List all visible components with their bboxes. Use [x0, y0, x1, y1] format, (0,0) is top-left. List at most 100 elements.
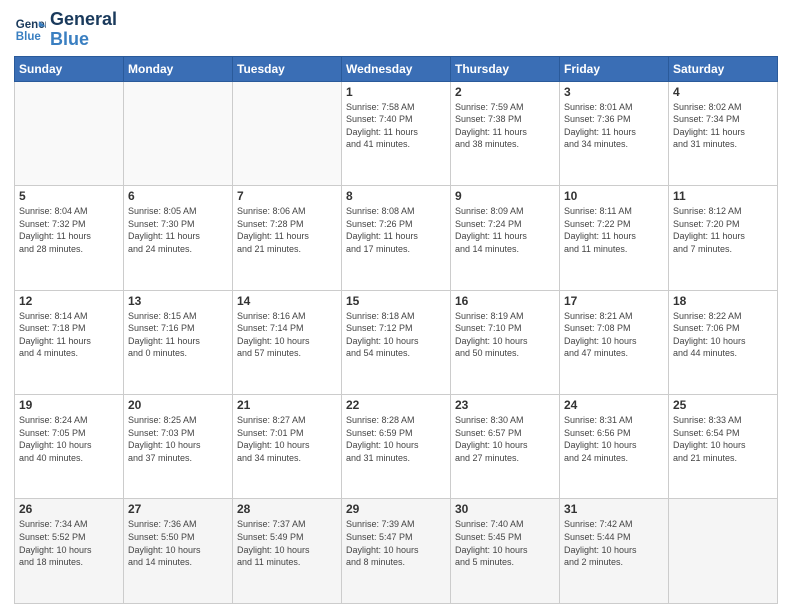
day-info: Sunrise: 8:28 AM Sunset: 6:59 PM Dayligh…: [346, 414, 446, 464]
calendar-cell: 28 Sunrise: 7:37 AM Sunset: 5:49 PM Dayli…: [233, 499, 342, 604]
calendar-cell: 14 Sunrise: 8:16 AM Sunset: 7:14 PM Dayli…: [233, 290, 342, 394]
day-number: 15: [346, 294, 446, 308]
calendar-cell: 19 Sunrise: 8:24 AM Sunset: 7:05 PM Dayli…: [15, 395, 124, 499]
day-info: Sunrise: 7:36 AM Sunset: 5:50 PM Dayligh…: [128, 518, 228, 568]
calendar-week-1: 5Sunrise: 8:04 AM Sunset: 7:32 PM Daylig…: [15, 186, 778, 290]
day-info: Sunrise: 7:37 AM Sunset: 5:49 PM Dayligh…: [237, 518, 337, 568]
day-number: 20: [128, 398, 228, 412]
day-info: Sunrise: 8:02 AM Sunset: 7:34 PM Dayligh…: [673, 101, 773, 151]
header: General Blue General Blue: [14, 10, 778, 50]
day-number: 10: [564, 189, 664, 203]
day-number: 16: [455, 294, 555, 308]
day-info: Sunrise: 8:33 AM Sunset: 6:54 PM Dayligh…: [673, 414, 773, 464]
day-number: 30: [455, 502, 555, 516]
day-number: 21: [237, 398, 337, 412]
calendar-cell: [669, 499, 778, 604]
calendar-cell: 21 Sunrise: 8:27 AM Sunset: 7:01 PM Dayli…: [233, 395, 342, 499]
day-info: Sunrise: 8:25 AM Sunset: 7:03 PM Dayligh…: [128, 414, 228, 464]
day-number: 3: [564, 85, 664, 99]
calendar-cell: 25 Sunrise: 8:33 AM Sunset: 6:54 PM Dayli…: [669, 395, 778, 499]
day-info: Sunrise: 8:12 AM Sunset: 7:20 PM Dayligh…: [673, 205, 773, 255]
day-info: Sunrise: 8:08 AM Sunset: 7:26 PM Dayligh…: [346, 205, 446, 255]
header-day-friday: Friday: [560, 56, 669, 81]
day-number: 29: [346, 502, 446, 516]
calendar-cell: [15, 81, 124, 185]
header-day-tuesday: Tuesday: [233, 56, 342, 81]
header-day-saturday: Saturday: [669, 56, 778, 81]
day-info: Sunrise: 7:34 AM Sunset: 5:52 PM Dayligh…: [19, 518, 119, 568]
calendar-cell: 13 Sunrise: 8:15 AM Sunset: 7:16 PM Dayli…: [124, 290, 233, 394]
calendar-cell: 15 Sunrise: 8:18 AM Sunset: 7:12 PM Dayli…: [342, 290, 451, 394]
calendar-week-4: 26 Sunrise: 7:34 AM Sunset: 5:52 PM Dayli…: [15, 499, 778, 604]
calendar-cell: 5Sunrise: 8:04 AM Sunset: 7:32 PM Daylig…: [15, 186, 124, 290]
calendar-cell: 18Sunrise: 8:22 AM Sunset: 7:06 PM Dayli…: [669, 290, 778, 394]
day-number: 26: [19, 502, 119, 516]
calendar-cell: 26 Sunrise: 7:34 AM Sunset: 5:52 PM Dayli…: [15, 499, 124, 604]
calendar-cell: 30Sunrise: 7:40 AM Sunset: 5:45 PM Dayli…: [451, 499, 560, 604]
svg-text:Blue: Blue: [16, 31, 42, 43]
day-number: 28: [237, 502, 337, 516]
logo-icon: General Blue: [14, 14, 46, 46]
day-number: 31: [564, 502, 664, 516]
header-day-thursday: Thursday: [451, 56, 560, 81]
day-info: Sunrise: 8:06 AM Sunset: 7:28 PM Dayligh…: [237, 205, 337, 255]
header-day-wednesday: Wednesday: [342, 56, 451, 81]
calendar-cell: 31 Sunrise: 7:42 AM Sunset: 5:44 PM Dayli…: [560, 499, 669, 604]
day-info: Sunrise: 8:16 AM Sunset: 7:14 PM Dayligh…: [237, 310, 337, 360]
calendar-cell: [124, 81, 233, 185]
day-info: Sunrise: 8:18 AM Sunset: 7:12 PM Dayligh…: [346, 310, 446, 360]
day-info: Sunrise: 8:21 AM Sunset: 7:08 PM Dayligh…: [564, 310, 664, 360]
day-info: Sunrise: 8:31 AM Sunset: 6:56 PM Dayligh…: [564, 414, 664, 464]
day-info: Sunrise: 8:11 AM Sunset: 7:22 PM Dayligh…: [564, 205, 664, 255]
calendar-cell: 3 Sunrise: 8:01 AM Sunset: 7:36 PM Daylig…: [560, 81, 669, 185]
day-number: 12: [19, 294, 119, 308]
calendar-cell: 2 Sunrise: 7:59 AM Sunset: 7:38 PM Daylig…: [451, 81, 560, 185]
day-number: 13: [128, 294, 228, 308]
day-info: Sunrise: 7:42 AM Sunset: 5:44 PM Dayligh…: [564, 518, 664, 568]
calendar-cell: 1 Sunrise: 7:58 AM Sunset: 7:40 PM Daylig…: [342, 81, 451, 185]
day-number: 22: [346, 398, 446, 412]
day-number: 6: [128, 189, 228, 203]
day-info: Sunrise: 7:39 AM Sunset: 5:47 PM Dayligh…: [346, 518, 446, 568]
day-info: Sunrise: 8:19 AM Sunset: 7:10 PM Dayligh…: [455, 310, 555, 360]
calendar-cell: 23 Sunrise: 8:30 AM Sunset: 6:57 PM Dayli…: [451, 395, 560, 499]
day-number: 24: [564, 398, 664, 412]
day-info: Sunrise: 8:27 AM Sunset: 7:01 PM Dayligh…: [237, 414, 337, 464]
day-info: Sunrise: 8:09 AM Sunset: 7:24 PM Dayligh…: [455, 205, 555, 255]
calendar-cell: 27Sunrise: 7:36 AM Sunset: 5:50 PM Dayli…: [124, 499, 233, 604]
calendar-week-2: 12 Sunrise: 8:14 AM Sunset: 7:18 PM Dayli…: [15, 290, 778, 394]
calendar-cell: 4 Sunrise: 8:02 AM Sunset: 7:34 PM Daylig…: [669, 81, 778, 185]
day-info: Sunrise: 8:05 AM Sunset: 7:30 PM Dayligh…: [128, 205, 228, 255]
day-number: 17: [564, 294, 664, 308]
day-number: 19: [19, 398, 119, 412]
day-info: Sunrise: 8:01 AM Sunset: 7:36 PM Dayligh…: [564, 101, 664, 151]
logo: General Blue General Blue: [14, 10, 117, 50]
calendar-cell: 24 Sunrise: 8:31 AM Sunset: 6:56 PM Dayli…: [560, 395, 669, 499]
day-info: Sunrise: 8:15 AM Sunset: 7:16 PM Dayligh…: [128, 310, 228, 360]
day-number: 2: [455, 85, 555, 99]
day-info: Sunrise: 7:58 AM Sunset: 7:40 PM Dayligh…: [346, 101, 446, 151]
day-info: Sunrise: 8:24 AM Sunset: 7:05 PM Dayligh…: [19, 414, 119, 464]
calendar-cell: 6 Sunrise: 8:05 AM Sunset: 7:30 PM Daylig…: [124, 186, 233, 290]
day-number: 5: [19, 189, 119, 203]
day-info: Sunrise: 7:59 AM Sunset: 7:38 PM Dayligh…: [455, 101, 555, 151]
calendar-table: SundayMondayTuesdayWednesdayThursdayFrid…: [14, 56, 778, 604]
calendar-cell: 22 Sunrise: 8:28 AM Sunset: 6:59 PM Dayli…: [342, 395, 451, 499]
calendar-cell: 17 Sunrise: 8:21 AM Sunset: 7:08 PM Dayli…: [560, 290, 669, 394]
day-number: 23: [455, 398, 555, 412]
calendar-cell: 29 Sunrise: 7:39 AM Sunset: 5:47 PM Dayli…: [342, 499, 451, 604]
calendar-cell: 20 Sunrise: 8:25 AM Sunset: 7:03 PM Dayli…: [124, 395, 233, 499]
calendar-week-3: 19 Sunrise: 8:24 AM Sunset: 7:05 PM Dayli…: [15, 395, 778, 499]
day-number: 8: [346, 189, 446, 203]
day-info: Sunrise: 8:30 AM Sunset: 6:57 PM Dayligh…: [455, 414, 555, 464]
day-number: 25: [673, 398, 773, 412]
calendar-cell: 11Sunrise: 8:12 AM Sunset: 7:20 PM Dayli…: [669, 186, 778, 290]
calendar-cell: 16 Sunrise: 8:19 AM Sunset: 7:10 PM Dayli…: [451, 290, 560, 394]
day-number: 14: [237, 294, 337, 308]
calendar-cell: 9Sunrise: 8:09 AM Sunset: 7:24 PM Daylig…: [451, 186, 560, 290]
calendar-cell: 7Sunrise: 8:06 AM Sunset: 7:28 PM Daylig…: [233, 186, 342, 290]
day-info: Sunrise: 8:14 AM Sunset: 7:18 PM Dayligh…: [19, 310, 119, 360]
day-number: 4: [673, 85, 773, 99]
day-number: 1: [346, 85, 446, 99]
calendar-cell: [233, 81, 342, 185]
